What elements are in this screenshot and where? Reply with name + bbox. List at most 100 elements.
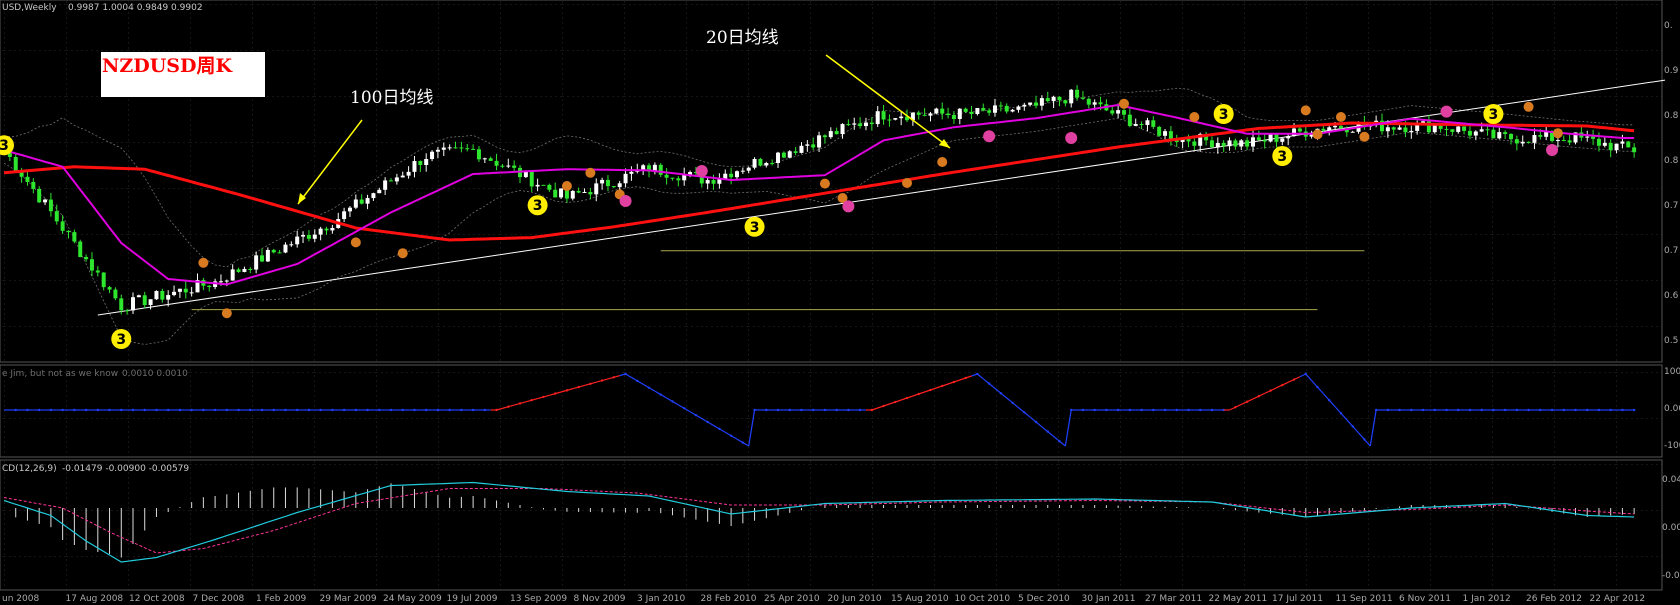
candle-bull <box>1620 141 1625 144</box>
candle-bull <box>1497 132 1502 139</box>
x-tick-label: 15 Aug 2010 <box>891 594 949 604</box>
candle-bear <box>1151 120 1156 127</box>
candle-bear <box>488 158 493 161</box>
x-tick-label: 30 Jan 2011 <box>1082 594 1136 604</box>
y-tick-label: 0.8 <box>1664 156 1679 166</box>
candle-bear <box>529 170 534 187</box>
candle-bull <box>1532 135 1537 143</box>
pink-signal-badge <box>983 130 996 143</box>
x-tick-label: 17 Aug 2008 <box>66 594 124 604</box>
candle-bull <box>1051 96 1056 102</box>
macd-panel[interactable] <box>0 459 1663 591</box>
candle-bear <box>465 148 470 150</box>
x-tick-label: 10 Oct 2010 <box>955 594 1011 604</box>
candle-bear <box>183 288 188 293</box>
candle-bull <box>1268 134 1273 142</box>
candle-bull <box>1602 142 1607 146</box>
candle-bull <box>1397 127 1402 130</box>
candle-bull <box>787 151 792 158</box>
candle-bull <box>1292 128 1297 137</box>
candle-bull <box>318 228 323 235</box>
small-signal-badge <box>902 178 913 188</box>
candle-bear <box>1338 125 1343 129</box>
pink-signal-badge <box>1546 144 1559 156</box>
candle-bull <box>189 292 194 294</box>
indicator-y-tick: 0.00 <box>1664 404 1680 414</box>
candle-bear <box>869 122 874 125</box>
candle-bear <box>1538 135 1543 137</box>
ma100-label: 100日均线 <box>350 88 433 108</box>
x-tick-label: 13 Sep 2009 <box>510 594 567 604</box>
small-signal-badge <box>1300 105 1311 116</box>
candle-bull <box>1039 98 1044 106</box>
candle-bear <box>512 165 517 168</box>
candle-bear <box>1632 147 1637 153</box>
candle-bull <box>177 288 182 292</box>
big-signal-number: 3 <box>116 332 126 348</box>
small-signal-badge <box>1118 98 1129 109</box>
candle-bull <box>371 193 376 199</box>
candle-bear <box>37 188 42 203</box>
candle-bull <box>740 170 745 172</box>
candle-bear <box>1526 141 1531 143</box>
chart-title: NZDUSD周K <box>102 55 233 77</box>
candle-bull <box>723 173 728 179</box>
pink-signal-badge <box>1440 105 1453 118</box>
candle-bear <box>998 105 1003 107</box>
candle-bear <box>1274 134 1279 142</box>
candle-bull <box>764 162 769 166</box>
candle-bear <box>1098 102 1103 105</box>
candle-bear <box>476 149 481 160</box>
candle-bear <box>1057 96 1062 101</box>
candle-bull <box>1239 140 1244 147</box>
candle-bear <box>107 287 112 290</box>
y-tick-label: 0. <box>1664 21 1673 31</box>
small-signal-badge <box>561 181 572 191</box>
candle-bull <box>1280 138 1285 142</box>
candle-bull <box>365 198 370 204</box>
candle-bear <box>125 310 130 312</box>
candle-bull <box>136 295 141 298</box>
small-signal-badge <box>1359 131 1370 142</box>
candle-bear <box>1075 89 1080 98</box>
indicator1-values: 0.0010 0.0010 <box>122 369 188 379</box>
indicator-panel[interactable] <box>0 364 1663 458</box>
candle-bear <box>1004 105 1009 112</box>
candle-bear <box>541 184 546 186</box>
candle-bear <box>1110 110 1115 114</box>
candle-bear <box>729 173 734 178</box>
small-signal-badge <box>1552 128 1563 139</box>
candle-bear <box>887 119 892 121</box>
candle-bear <box>113 289 118 299</box>
x-tick-label: 17 Jul 2011 <box>1272 594 1323 604</box>
x-tick-label: 1 Jan 2012 <box>1463 594 1511 604</box>
candle-bull <box>218 281 223 283</box>
candle-bear <box>981 108 986 111</box>
candle-bull <box>570 190 575 199</box>
candle-bull <box>1333 125 1338 128</box>
candle-bear <box>811 144 816 148</box>
candle-bear <box>48 199 53 212</box>
candle-bear <box>758 159 763 166</box>
candle-bear <box>500 165 505 167</box>
candle-bear <box>1321 128 1326 131</box>
candle-bear <box>1450 129 1455 132</box>
candle-bear <box>1591 136 1596 139</box>
candle-bear <box>1438 125 1443 129</box>
candle-bull <box>975 108 980 115</box>
candle-bear <box>1262 140 1267 142</box>
candle-bear <box>1121 110 1126 115</box>
candle-bull <box>1227 140 1232 147</box>
candle-bull <box>992 105 997 113</box>
candle-bull <box>1215 142 1220 148</box>
x-tick-label: 11 Sep 2011 <box>1336 594 1393 604</box>
candle-bear <box>119 298 124 311</box>
candle-bear <box>664 174 669 178</box>
big-signal-number: 3 <box>533 198 543 214</box>
candle-bear <box>963 108 968 112</box>
candle-bear <box>1063 100 1068 104</box>
candle-bull <box>1520 141 1525 144</box>
candle-bull <box>383 180 388 190</box>
candle-bear <box>1485 129 1490 131</box>
candle-bull <box>295 236 300 245</box>
